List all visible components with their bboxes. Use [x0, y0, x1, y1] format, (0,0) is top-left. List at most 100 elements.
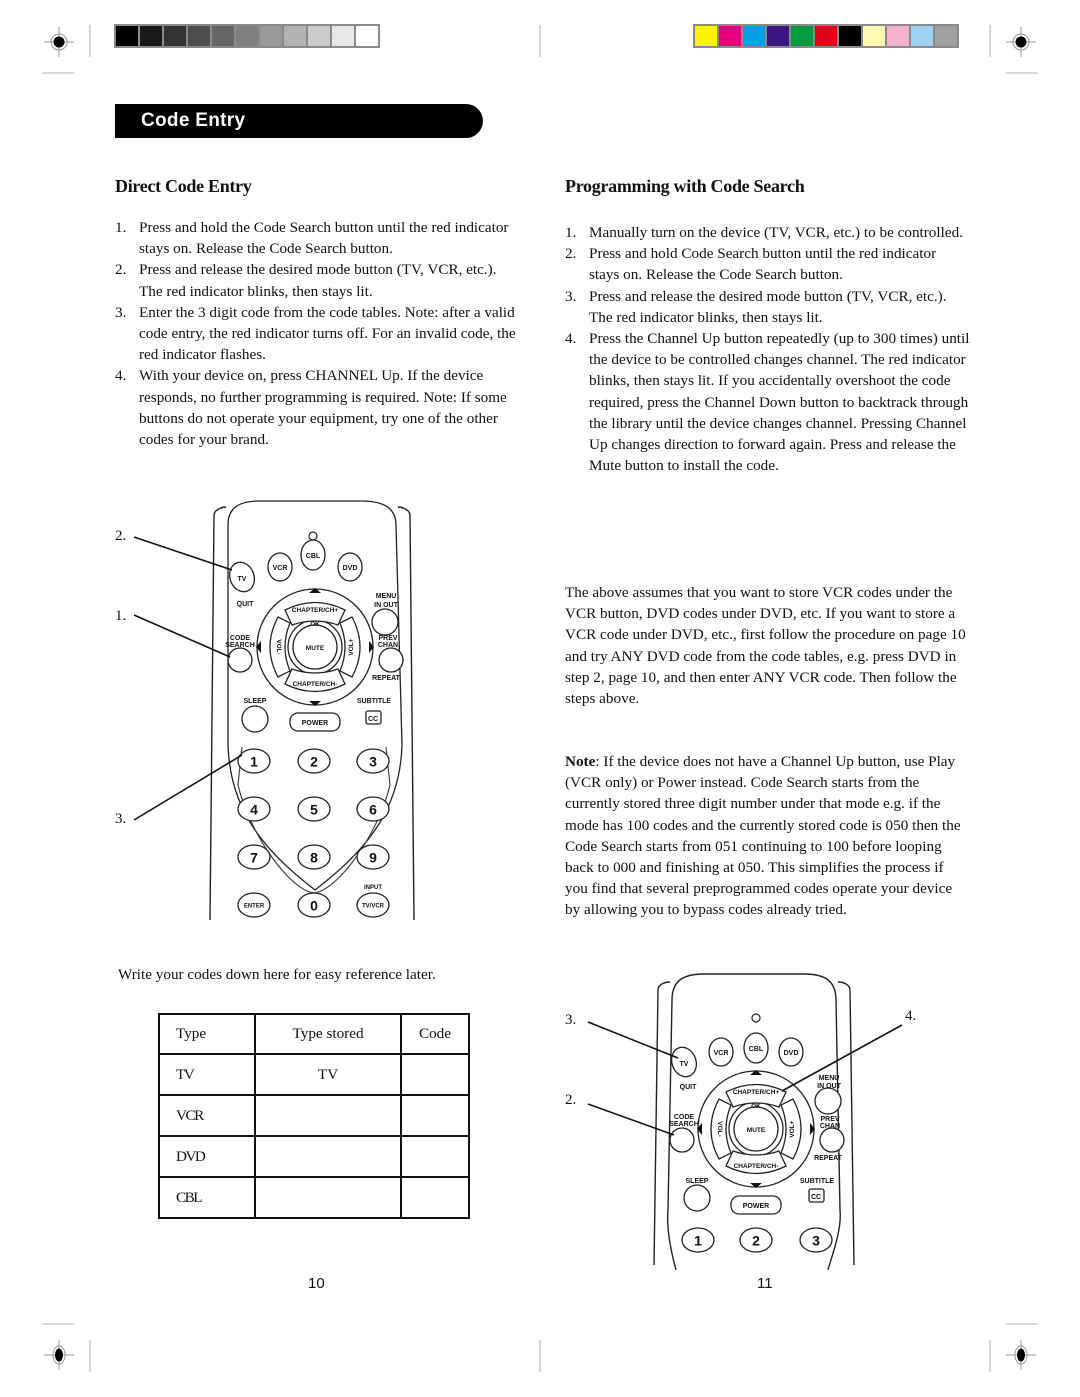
remote-label-repeat: REPEAT [372, 675, 401, 682]
color-swatch [695, 26, 717, 46]
figure-callout-step-2: 2. [565, 1092, 577, 1108]
step-number: 4. [565, 330, 577, 348]
color-swatch [284, 26, 306, 46]
remote-label-quit: QUIT [680, 1084, 697, 1091]
code-search-button [227, 647, 253, 673]
table-cell[interactable] [254, 1135, 402, 1178]
remote-label-ok: OK [310, 621, 320, 628]
table-cell[interactable] [254, 1176, 402, 1219]
color-swatch [116, 26, 138, 46]
digit-1-button-label: 1 [250, 753, 258, 769]
step-item: 4. Press the Channel Up button repeatedly… [565, 328, 970, 476]
step-number: 1. [565, 224, 577, 241]
table-cell[interactable] [254, 1094, 402, 1137]
callout-line [587, 1103, 675, 1136]
crop-mark [989, 1340, 991, 1372]
remote-label-tv: TV [680, 1061, 689, 1068]
remote-label-cbl: CBL [749, 1046, 764, 1053]
step-item: 4. With your device on, press CHANNEL Up.… [115, 365, 520, 450]
step-text: Press and release the desired mode butto… [139, 261, 497, 279]
prev-chan-button [819, 1127, 845, 1153]
remote-label-prev: PREV [820, 1116, 839, 1123]
crop-mark [89, 1340, 91, 1372]
remote-label-search: SEARCH [669, 1121, 699, 1128]
table-cell[interactable] [399, 1094, 471, 1137]
figure-callout-step-1: 1. [115, 608, 127, 624]
digit-3-button-label: 3 [369, 753, 377, 769]
table-cell[interactable]: CBL [157, 1176, 257, 1219]
color-swatch [935, 26, 957, 46]
crop-mark [539, 1340, 541, 1372]
color-swatch [140, 26, 162, 46]
crop-mark [42, 72, 74, 74]
table-cell[interactable] [399, 1053, 471, 1096]
digit-3-button-label: 3 [812, 1232, 820, 1248]
digit-0-button-label: 0 [310, 897, 318, 913]
table-row: TV TV [157, 1053, 471, 1096]
step-item: 2. Press and hold Code Search button unti… [565, 243, 970, 285]
step-item: 3. Enter the 3 digit code from the code t… [115, 302, 520, 366]
code-search-button [669, 1127, 695, 1153]
table-cell[interactable]: VCR [157, 1094, 257, 1137]
table-cell[interactable]: DVD [157, 1135, 257, 1178]
registration-mark-icon [44, 27, 74, 57]
remote-label-volm: VOL- [716, 1121, 723, 1137]
note-text: : If the device does not have a Channel … [565, 753, 961, 919]
table-row: VCR [157, 1094, 471, 1137]
color-swatch [308, 26, 330, 46]
table-cell[interactable]: TV [254, 1053, 402, 1096]
step-text: With your device on, press CHANNEL Up. I… [139, 367, 507, 449]
figure-callout-step-2: 2. [115, 528, 127, 544]
callout-line [133, 536, 233, 571]
color-swatch [767, 26, 789, 46]
table-cell[interactable] [399, 1135, 471, 1178]
remote-label-volp: VOL+ [348, 638, 355, 655]
remote-label-menu: MENU [819, 1075, 840, 1082]
tv-vcr-button-label: TV/VCR [362, 903, 385, 909]
color-swatch [887, 26, 909, 46]
remote-body-edge [409, 514, 415, 921]
code-search-note: Note: If the device does not have a Chan… [565, 751, 970, 921]
remote-label-sleep: SLEEP [244, 698, 267, 705]
color-swatch [260, 26, 282, 46]
table-cell[interactable] [399, 1176, 471, 1219]
callout-line [587, 1021, 679, 1059]
color-swatch [863, 26, 885, 46]
remote-label-cc: CC [368, 716, 378, 723]
crop-mark [89, 25, 91, 57]
step-subtext: The red indicator blinks, then stays lit… [589, 308, 823, 326]
table-cell[interactable]: TV [157, 1053, 257, 1096]
code-search-explanation: The above assumes that you want to store… [565, 584, 966, 708]
step-text: Press and release the desired mode butto… [589, 287, 947, 305]
digit-2-button-label: 2 [752, 1232, 760, 1248]
remote-label-subtitle: SUBTITLE [357, 698, 392, 705]
step-text: Enter the 3 digit code from the code tab… [139, 303, 516, 364]
sleep-button [241, 705, 269, 733]
remote-label-prev: PREV [378, 635, 397, 642]
color-swatch [815, 26, 837, 46]
registration-mark-icon [1006, 27, 1036, 57]
crop-mark [42, 1323, 74, 1325]
remote-label-power: POWER [743, 1203, 769, 1210]
remote-control-figure-left: TV VCR CBL DVD QUIT MENU IN OUT CODE SEA… [133, 500, 415, 921]
remote-label-mute: MUTE [306, 645, 325, 652]
digit-1-button-label: 1 [694, 1232, 702, 1248]
remote-label-power: POWER [302, 720, 328, 727]
digit-4-button-label: 4 [250, 801, 258, 817]
section-header: Code Entry [115, 104, 483, 138]
remote-label-cbl: CBL [306, 553, 321, 560]
direct-code-entry-steps: 1. Press and hold the Code Search button … [115, 217, 520, 450]
digit-6-button-label: 6 [369, 801, 377, 817]
crop-mark [1006, 1323, 1038, 1325]
remote-label-dvd: DVD [343, 565, 358, 572]
color-swatch [356, 26, 378, 46]
registration-mark-icon [44, 1340, 74, 1370]
step-text: Manually turn on the device (TV, VCR, et… [589, 224, 963, 241]
remote-label-volm: VOL- [275, 639, 282, 655]
step-item: 1. Press and hold the Code Search button … [115, 217, 520, 259]
remote-label-chup: CHAPTER/CH+ [292, 607, 339, 614]
remote-label-chup: CHAPTER/CH+ [733, 1089, 780, 1096]
digit-2-button-label: 2 [310, 753, 318, 769]
remote-label-ok: OK [751, 1103, 761, 1110]
direct-code-entry-title: Direct Code Entry [115, 176, 252, 196]
